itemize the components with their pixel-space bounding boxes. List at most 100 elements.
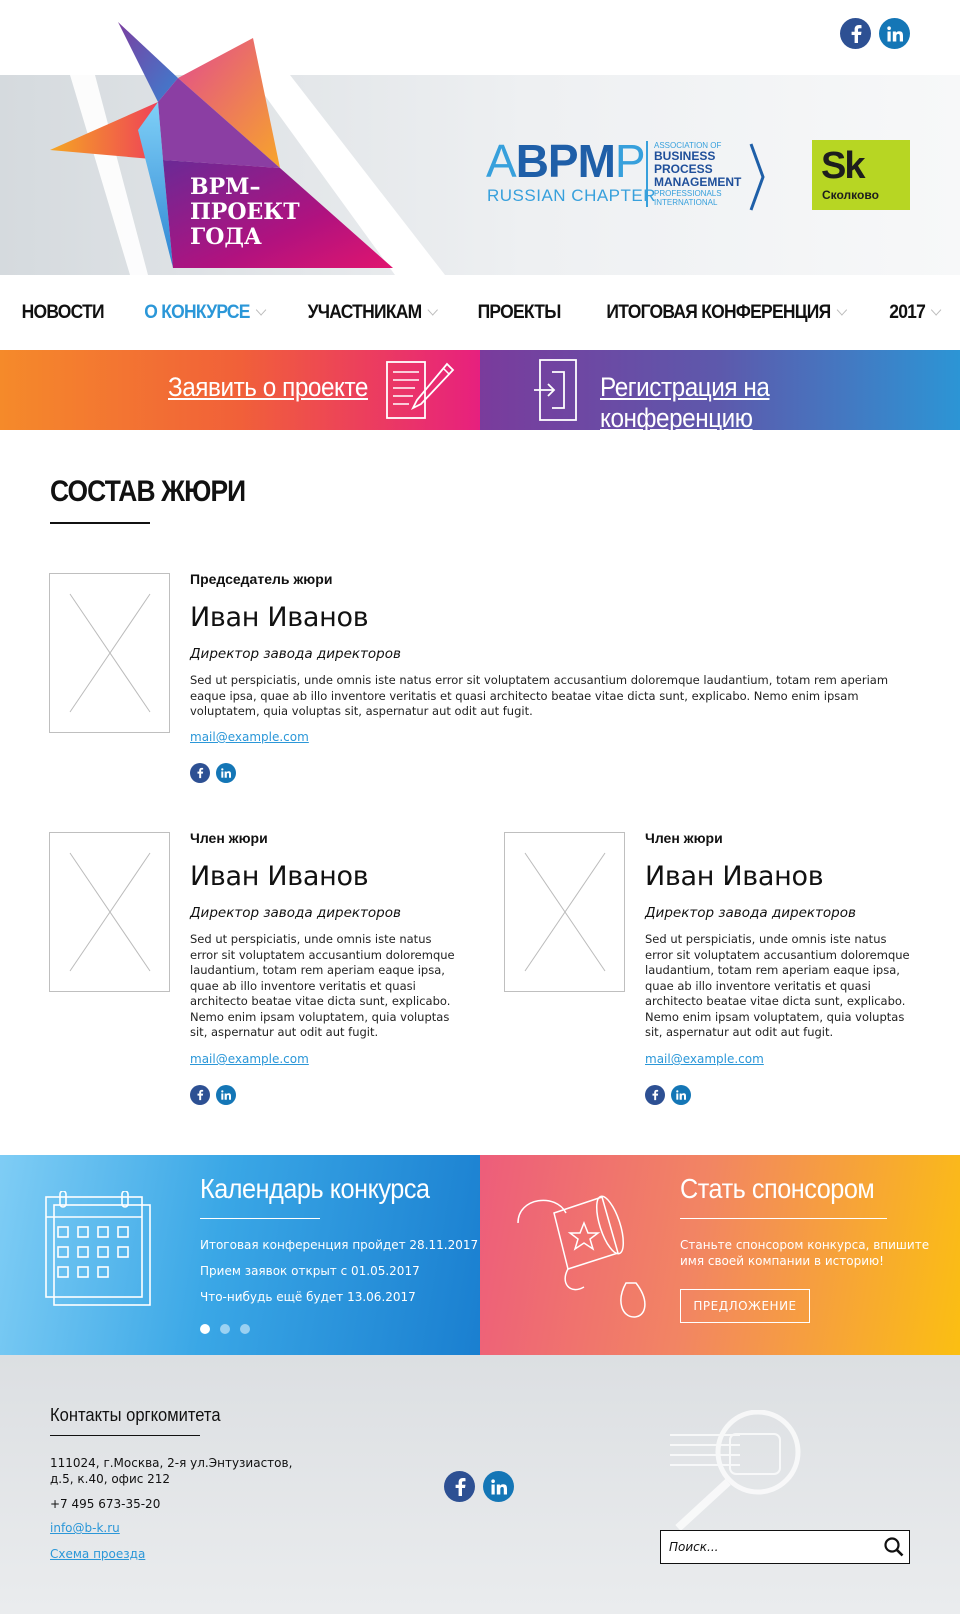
skolkovo-mark: Sk — [821, 145, 866, 187]
logo-title: BPM– ПРОЕКТ ГОДА — [190, 175, 330, 250]
jury-role: Председатель жюри — [190, 571, 333, 587]
jury-position: Директор завода директоров — [190, 646, 401, 662]
linkedin-icon[interactable] — [216, 1085, 236, 1105]
jury-email-link[interactable]: mail@example.com — [645, 1052, 764, 1066]
jury-photo-placeholder — [49, 832, 170, 992]
jury-social — [645, 1085, 691, 1105]
calendar-title: Календарь конкурса — [200, 1173, 430, 1204]
linkedin-icon[interactable] — [483, 1471, 514, 1502]
footer-title-underline — [50, 1435, 200, 1436]
nav-label: НОВОСТИ — [21, 301, 104, 323]
facebook-icon[interactable] — [190, 1085, 210, 1105]
footer-social — [444, 1471, 514, 1502]
jury-social — [190, 763, 236, 783]
calendar-underline — [200, 1218, 320, 1219]
jury-role: Член жюри — [190, 830, 268, 846]
abpmp-line: INTERNATIONAL — [654, 198, 718, 207]
nav-label: 2017 — [889, 301, 926, 323]
facebook-icon[interactable] — [645, 1085, 665, 1105]
register-conference-link[interactable]: Регистрация на конференцию — [600, 372, 924, 434]
door-enter-icon — [534, 359, 577, 421]
image-placeholder-icon — [69, 852, 151, 972]
chevron-down-icon — [931, 303, 942, 316]
chevron-down-icon — [427, 303, 438, 316]
nav-label: ИТОГОВАЯ КОНФЕРЕНЦИЯ — [606, 301, 831, 323]
footer-address: 111024, г.Москва, 2-я ул.Энтузиастов, — [50, 1456, 293, 1470]
calendar-icon — [45, 1191, 151, 1306]
document-pen-icon — [386, 361, 455, 419]
jury-email-link[interactable]: mail@example.com — [190, 1052, 309, 1066]
abpmp-letters: ABPMP — [486, 135, 646, 187]
search-input[interactable] — [661, 1532, 879, 1562]
nav-item-projects[interactable]: ПРОЕКТЫ — [462, 302, 574, 324]
nav-label: О КОНКУРСЕ — [144, 301, 250, 323]
carousel-dot[interactable] — [240, 1324, 250, 1334]
jury-position: Директор завода директоров — [645, 905, 856, 921]
linkedin-icon[interactable] — [671, 1085, 691, 1105]
sponsor-underline — [680, 1218, 887, 1219]
skolkovo-name: Сколково — [822, 188, 879, 202]
nav-label: ПРОЕКТЫ — [477, 301, 561, 323]
abpmp-logo[interactable]: ABPMP RUSSIAN CHAPTER ASSOCIATION OF BUS… — [486, 138, 766, 213]
abpmp-chapter: RUSSIAN CHAPTER — [487, 186, 657, 205]
logo-line: ПРОЕКТ — [190, 199, 300, 225]
footer-title: Контакты оргкомитета — [50, 1405, 221, 1425]
abpmp-divider — [646, 141, 648, 207]
sponsor-text: Станьте спонсором конкурса, впишите имя … — [680, 1238, 930, 1268]
image-placeholder-icon — [69, 593, 151, 713]
footer-email-link[interactable]: info@b-k.ru — [50, 1521, 120, 1535]
nav-item-year[interactable]: 2017 — [875, 302, 955, 324]
jury-photo-placeholder — [504, 832, 625, 992]
abpmp-line: PROFESSIONALS — [654, 189, 722, 198]
map-link[interactable]: Схема проезда — [50, 1547, 145, 1561]
facebook-icon[interactable] — [840, 18, 871, 49]
sponsor-title: Стать спонсором — [680, 1173, 875, 1204]
facebook-icon[interactable] — [190, 763, 210, 783]
page-title: СОСТАВ ЖЮРИ — [50, 475, 246, 508]
jury-description: Sed ut perspiciatis, unde omnis iste nat… — [190, 673, 889, 718]
abpmp-association: ASSOCIATION OF BUSINESS PROCESS MANAGEME… — [654, 141, 741, 207]
nav-label: УЧАСТНИКАМ — [307, 301, 422, 323]
abpmp-chevron-icon — [749, 143, 765, 211]
title-underline — [50, 522, 150, 524]
jury-name: Иван Иванов — [645, 861, 824, 892]
nav-item-news[interactable]: НОВОСТИ — [6, 302, 118, 324]
chevron-down-icon — [255, 303, 267, 316]
apply-project-link[interactable]: Заявить о проекте — [168, 372, 368, 403]
jury-email-link[interactable]: mail@example.com — [190, 730, 309, 744]
jury-photo-placeholder — [49, 573, 170, 733]
skolkovo-logo[interactable]: Sk Сколково — [812, 140, 910, 210]
jury-social — [190, 1085, 236, 1105]
carousel-dot[interactable] — [200, 1324, 210, 1334]
logo-line: BPM– — [190, 174, 261, 200]
logo-line: ГОДА — [190, 224, 262, 250]
jury-description: Sed ut perspiciatis, unde omnis iste nat… — [190, 932, 455, 1039]
search-button[interactable] — [879, 1532, 909, 1562]
main-nav: НОВОСТИ О КОНКУРСЕ УЧАСТНИКАМ ПРОЕКТЫ ИТ… — [0, 275, 960, 350]
linkedin-icon[interactable] — [879, 18, 910, 49]
watering-can-star-icon — [517, 1195, 646, 1318]
search-box — [660, 1530, 910, 1564]
offer-button[interactable]: ПРЕДЛОЖЕНИЕ — [680, 1289, 810, 1323]
nav-item-participants[interactable]: УЧАСТНИКАМ — [293, 302, 451, 324]
search-illustration-icon — [670, 1410, 801, 1530]
calendar-event: Что-нибудь ещё будет 13.06.2017 — [200, 1290, 416, 1304]
image-placeholder-icon — [524, 852, 606, 972]
facebook-icon[interactable] — [444, 1471, 475, 1502]
calendar-event: Итоговая конференция пройдет 28.11.2017 — [200, 1238, 479, 1252]
carousel-dots — [200, 1324, 250, 1334]
jury-role: Член жюри — [645, 830, 723, 846]
linkedin-icon[interactable] — [216, 763, 236, 783]
nav-item-about[interactable]: О КОНКУРСЕ — [130, 302, 280, 324]
jury-description: Sed ut perspiciatis, unde omnis iste nat… — [645, 932, 910, 1039]
jury-name: Иван Иванов — [190, 602, 369, 633]
jury-position: Директор завода директоров — [190, 905, 401, 921]
header-social — [840, 18, 910, 49]
apply-banner: Заявить о проекте — [0, 350, 480, 430]
carousel-dot[interactable] — [220, 1324, 230, 1334]
calendar-event: Прием заявок открыт с 01.05.2017 — [200, 1264, 420, 1278]
search-icon — [884, 1537, 904, 1557]
footer-phone: +7 495 673-35-20 — [50, 1497, 161, 1511]
footer-address: д.5, к.40, офис 212 — [50, 1472, 171, 1486]
nav-item-conference[interactable]: ИТОГОВАЯ КОНФЕРЕНЦИЯ — [591, 302, 859, 324]
